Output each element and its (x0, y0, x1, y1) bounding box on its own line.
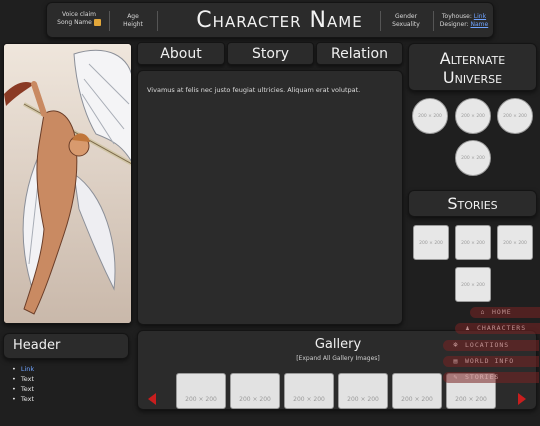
character-portrait (3, 43, 132, 324)
gallery-thumbnail[interactable]: 200 × 200 (392, 373, 442, 409)
location-icon: ⛯ (452, 341, 460, 349)
alternate-universe-title: Alternate Universe (409, 49, 536, 87)
list-item-text: Text (20, 385, 34, 393)
stories-title: Stories (447, 194, 498, 213)
character-info-bar: Voice claim Song Name Age Height Charact… (46, 2, 494, 38)
nav-stories[interactable]: ✎ STORIES (443, 372, 539, 383)
age-height: Age Height (115, 13, 151, 29)
voice-claim: Voice claim Song Name (51, 11, 107, 27)
tab-about[interactable]: About (137, 42, 225, 65)
nav-locations-label: LOCATIONS (465, 341, 510, 349)
nav-home-label: HOME (492, 308, 512, 316)
tab-content-panel: Vivamus at felis nec justo feugiat ultri… (137, 70, 403, 325)
alternate-universe-header: Alternate Universe (408, 43, 537, 91)
gender-sexuality: Gender Sexuality (387, 13, 425, 29)
gallery-thumbnail[interactable]: 200 × 200 (176, 373, 226, 409)
alternate-universe-title-line-1: Alternate (439, 49, 506, 68)
character-icon: ♟ (465, 324, 471, 332)
story-thumbnail[interactable]: 200 × 200 (455, 225, 491, 260)
left-header-panel: Header (3, 333, 129, 359)
divider (433, 11, 434, 31)
list-item: Text (12, 384, 34, 394)
story-thumbnail[interactable]: 200 × 200 (413, 225, 449, 260)
pen-icon: ✎ (453, 373, 459, 381)
nav-characters-label: CHARACTERS (477, 324, 527, 332)
book-icon: ▤ (453, 357, 459, 365)
designer-label: Designer: (439, 21, 469, 28)
au-thumbnail[interactable]: 200 × 200 (455, 98, 491, 134)
voice-claim-label: Voice claim (61, 11, 97, 18)
tab-story[interactable]: Story (227, 42, 314, 65)
alternate-universe-title-line-2: Universe (442, 68, 503, 87)
list-item[interactable]: Link (12, 364, 34, 374)
list-link[interactable]: Link (21, 365, 34, 373)
toyhouse-label: Toyhouse: (441, 13, 472, 20)
gallery-prev-arrow-icon[interactable] (148, 393, 156, 405)
angel-illustration (4, 44, 131, 323)
story-thumbnail[interactable]: 200 × 200 (455, 267, 491, 302)
sexuality-label: Sexuality (392, 21, 420, 28)
gender-label: Gender (394, 13, 418, 20)
divider (157, 11, 158, 31)
tab-relation[interactable]: Relation (316, 42, 403, 65)
toyhouse-designer: Toyhouse: Link Designer: Name (437, 13, 491, 29)
gallery-thumbnail[interactable]: 200 × 200 (284, 373, 334, 409)
story-thumbnail[interactable]: 200 × 200 (497, 225, 533, 260)
height-label: Height (123, 21, 143, 28)
au-thumbnail[interactable]: 200 × 200 (455, 140, 491, 176)
nav-world-info-label: WORLD INFO (465, 357, 515, 365)
list-item-text: Text (20, 395, 34, 403)
content-text: Vivamus at felis nec justo feugiat ultri… (147, 86, 361, 94)
nav-home[interactable]: ⌂ HOME (470, 307, 540, 318)
left-header-title: Header (13, 338, 61, 353)
music-icon[interactable] (93, 19, 101, 26)
character-name: Character Name (196, 8, 363, 33)
list-item-text: Text (20, 375, 34, 383)
au-thumbnail[interactable]: 200 × 200 (497, 98, 533, 134)
gallery-next-arrow-icon[interactable] (518, 393, 526, 405)
list-item: Text (12, 374, 34, 384)
au-thumbnail[interactable]: 200 × 200 (412, 98, 448, 134)
song-name-label: Song Name (57, 19, 92, 26)
divider (109, 11, 110, 31)
designer-link[interactable]: Name (471, 21, 489, 28)
list-item: Text (12, 394, 34, 404)
gallery-thumbnail[interactable]: 200 × 200 (338, 373, 388, 409)
nav-locations[interactable]: ⛯ LOCATIONS (443, 340, 539, 351)
divider (380, 11, 381, 31)
stories-header: Stories (408, 190, 537, 217)
toyhouse-link[interactable]: Link (474, 13, 486, 20)
age-label: Age (127, 13, 139, 20)
song-name[interactable]: Song Name (51, 19, 107, 27)
nav-world-info[interactable]: ▤ WORLD INFO (443, 356, 539, 367)
nav-characters[interactable]: ♟ CHARACTERS (455, 323, 540, 334)
left-list: Link Text Text Text (12, 364, 34, 404)
nav-stories-label: STORIES (465, 373, 500, 381)
gallery-thumbnail[interactable]: 200 × 200 (230, 373, 280, 409)
house-icon: ⌂ (480, 308, 486, 316)
